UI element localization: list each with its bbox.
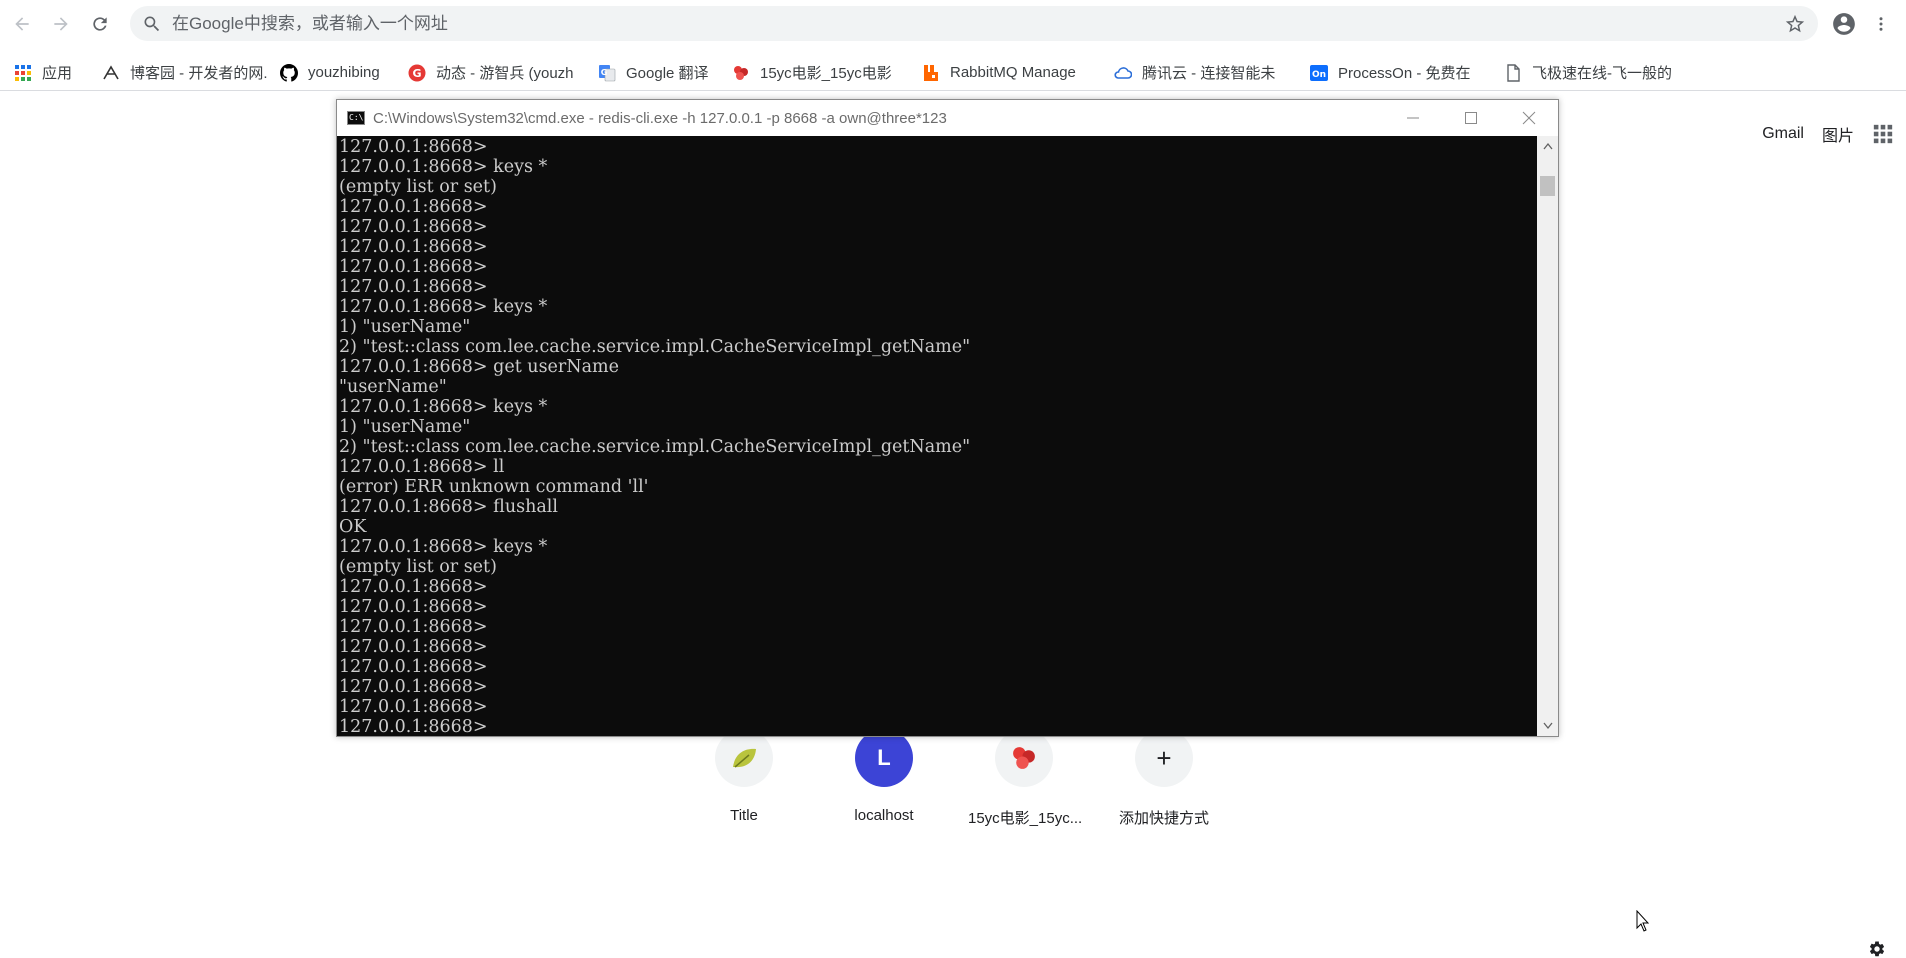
arrow-left-icon [15,16,29,31]
back-button[interactable] [5,7,39,41]
close-button[interactable] [1500,100,1558,136]
svg-text:On: On [1312,70,1326,80]
bookmark-label: 15yc电影_15yc电影 [760,65,892,82]
gitee-icon: G [408,64,426,81]
cmd-app-icon: C:\. [347,111,368,125]
bookmark-label: 博客园 - 开发者的网... [130,65,268,82]
scroll-down-button[interactable] [1537,716,1558,736]
scroll-up-button[interactable] [1537,136,1558,156]
apps-grid-icon [15,64,31,81]
maximize-icon [1465,112,1477,124]
bookmark-github[interactable]: youzhibing [274,58,402,88]
svg-text:G: G [601,68,608,77]
vertical-scrollbar[interactable] [1537,136,1558,736]
chevron-up-icon [1542,142,1553,150]
shortcut-label: Title [730,807,758,824]
bookmark-cnblogs[interactable]: 博客园 - 开发者的网... [96,58,274,88]
omnibox-input[interactable] [172,13,1784,34]
profile-icon[interactable] [1831,11,1857,37]
ntp-header-links: Gmail 图片 [1762,122,1906,146]
more-vertical-icon[interactable] [1872,12,1890,36]
shortcut-localhost[interactable]: L localhost [828,729,940,824]
browser-window: 应用 博客园 - 开发者的网... youzhibing G 动态 - 游智兵 … [0,0,1906,957]
shortcut-label: localhost [854,807,914,824]
reload-button[interactable] [83,7,117,41]
bookmark-apps[interactable]: 应用 [8,58,96,88]
forward-button[interactable] [44,7,78,41]
mouse-cursor-icon [1636,910,1650,932]
tencent-cloud-icon [1114,66,1132,79]
bookmark-label: youzhibing [308,64,380,81]
close-icon [1522,111,1536,125]
bookmark-label: ProcessOn - 免费在 [1338,65,1471,82]
bookmark-gitee[interactable]: G 动态 - 游智兵 (youzh [402,58,592,88]
film-icon [734,65,748,80]
shortcut-tile[interactable] [995,729,1053,787]
search-icon [144,16,160,31]
bookmark-15yc[interactable]: 15yc电影_15yc电影 [726,58,916,88]
bookmark-rabbitmq[interactable]: RabbitMQ Manage [916,58,1108,88]
console-output-area[interactable]: 127.0.0.1:8668> 127.0.0.1:8668> keys * (… [337,136,1537,736]
reload-icon [93,16,107,31]
film-icon [1013,747,1035,769]
shortcut-label: 添加快捷方式 [1118,810,1209,827]
cmd-window[interactable]: C:\. C:\Windows\System32\cmd.exe - redis… [336,99,1559,737]
google-apps-icon[interactable] [1872,123,1894,145]
console-text: 127.0.0.1:8668> 127.0.0.1:8668> keys * (… [339,137,971,736]
minimize-icon [1407,117,1419,119]
cmd-window-title: C:\Windows\System32\cmd.exe - redis-cli.… [373,109,947,127]
bookmark-label: RabbitMQ Manage [950,64,1076,81]
leaf-icon [733,748,756,768]
bookmark-label: Google 翻译 [626,65,709,82]
bookmark-star-icon[interactable] [1784,13,1806,35]
github-icon [280,63,298,82]
minimize-button[interactable] [1384,100,1442,136]
gmail-link[interactable]: Gmail [1762,125,1804,143]
bookmark-processon[interactable]: On ProcessOn - 免费在 [1304,58,1498,88]
chevron-down-icon [1542,722,1553,730]
bookmark-label: 飞极速在线-飞一般的 [1532,65,1672,82]
bookmark-google-translate[interactable]: G Google 翻译 [592,58,726,88]
scroll-thumb[interactable] [1540,176,1555,196]
cmd-titlebar[interactable]: C:\. C:\Windows\System32\cmd.exe - redis… [337,100,1558,136]
svg-text:G: G [412,67,421,80]
omnibox[interactable] [130,6,1818,41]
bookmark-label: 腾讯云 - 连接智能未 [1142,65,1276,82]
bookmark-feijisu[interactable]: 飞极速在线-飞一般的 [1498,58,1688,88]
arrow-right-icon [54,16,68,31]
bookmark-label: 动态 - 游智兵 (youzh [436,65,574,82]
page-icon [1507,63,1520,82]
bookmarks-bar: 应用 博客园 - 开发者的网... youzhibing G 动态 - 游智兵 … [0,55,1906,91]
maximize-button[interactable] [1442,100,1500,136]
bookmark-tencent-cloud[interactable]: 腾讯云 - 连接智能未 [1108,58,1304,88]
processon-icon: On [1310,64,1328,81]
customize-gear-icon[interactable] [1868,940,1886,958]
shortcut-label: 15yc电影_15yc... [968,810,1083,827]
bookmark-label: 应用 [42,65,73,82]
shortcut-15yc[interactable]: 15yc电影_15yc... [968,729,1083,828]
shortcut-add[interactable]: + 添加快捷方式 [1108,729,1220,828]
rabbitmq-icon [924,64,938,81]
shortcut-tile[interactable] [715,729,773,787]
cnblogs-icon [103,64,119,79]
images-link[interactable]: 图片 [1822,122,1854,146]
browser-toolbar [0,0,1906,47]
shortcut-title[interactable]: Title [688,729,800,824]
add-icon[interactable]: + [1135,729,1193,787]
letter-avatar-icon[interactable]: L [855,729,913,787]
google-translate-icon: G [599,64,616,81]
